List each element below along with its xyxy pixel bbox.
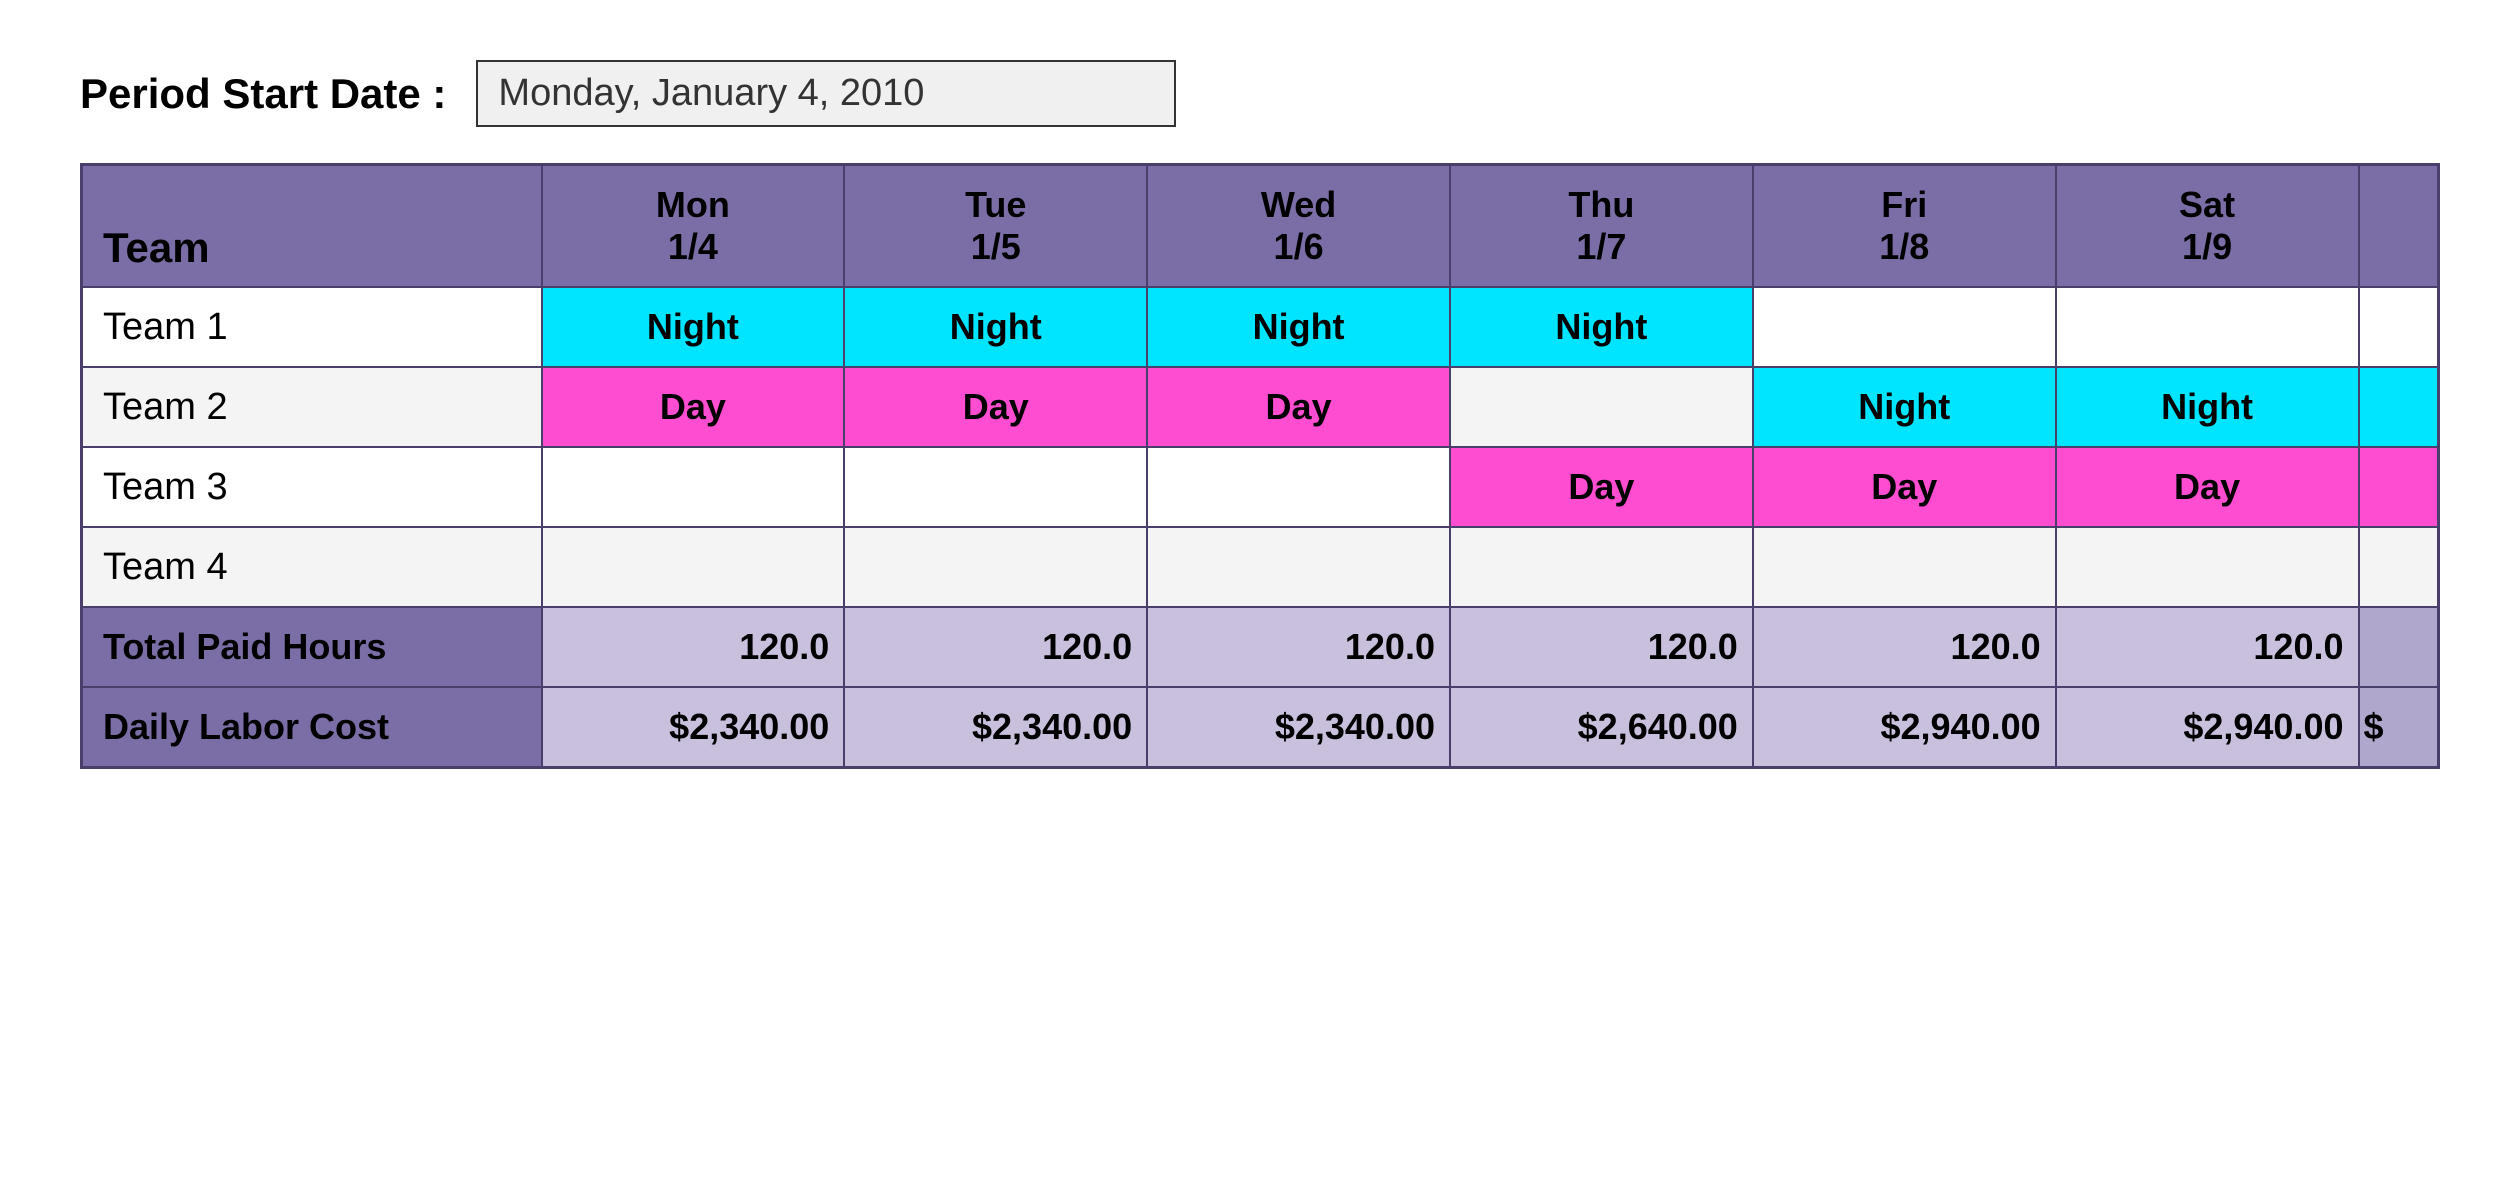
total-wed: 120.0 bbox=[1147, 607, 1450, 687]
team-2-partial bbox=[2359, 367, 2439, 447]
header-fri-day: Fri bbox=[1881, 184, 1927, 225]
period-start-row: Period Start Date : Monday, January 4, 2… bbox=[80, 60, 2440, 127]
team-3-thu[interactable]: Day bbox=[1450, 447, 1753, 527]
cost-thu: $2,640.00 bbox=[1450, 687, 1753, 767]
team-2-mon[interactable]: Day bbox=[542, 367, 845, 447]
header-wed-day: Wed bbox=[1261, 184, 1336, 225]
team-4-partial bbox=[2359, 527, 2439, 607]
table-row: Team 1 Night Night Night Night bbox=[82, 287, 2439, 367]
total-label: Total Paid Hours bbox=[82, 607, 542, 687]
header-wed: Wed 1/6 bbox=[1147, 165, 1450, 288]
team-1-mon[interactable]: Night bbox=[542, 287, 845, 367]
team-3-sat[interactable]: Day bbox=[2056, 447, 2359, 527]
cost-row: Daily Labor Cost $2,340.00 $2,340.00 $2,… bbox=[82, 687, 2439, 767]
cost-partial: $ bbox=[2359, 687, 2439, 767]
header-thu-date: 1/7 bbox=[1576, 226, 1626, 267]
header-wed-date: 1/6 bbox=[1274, 226, 1324, 267]
team-3-fri[interactable]: Day bbox=[1753, 447, 2056, 527]
header-fri-date: 1/8 bbox=[1879, 226, 1929, 267]
team-3-mon[interactable] bbox=[542, 447, 845, 527]
cost-tue: $2,340.00 bbox=[844, 687, 1147, 767]
header-mon: Mon 1/4 bbox=[542, 165, 845, 288]
total-sat: 120.0 bbox=[2056, 607, 2359, 687]
team-2-tue[interactable]: Day bbox=[844, 367, 1147, 447]
team-1-name: Team 1 bbox=[82, 287, 542, 367]
team-2-sat[interactable]: Night bbox=[2056, 367, 2359, 447]
team-4-thu[interactable] bbox=[1450, 527, 1753, 607]
table-row: Team 2 Day Day Day Night Night bbox=[82, 367, 2439, 447]
header-partial bbox=[2359, 165, 2439, 288]
team-1-thu[interactable]: Night bbox=[1450, 287, 1753, 367]
team-1-tue[interactable]: Night bbox=[844, 287, 1147, 367]
team-4-sat[interactable] bbox=[2056, 527, 2359, 607]
team-2-name: Team 2 bbox=[82, 367, 542, 447]
team-2-thu[interactable] bbox=[1450, 367, 1753, 447]
schedule-table: Team Mon 1/4 Tue 1/5 Wed 1/6 Thu 1/7 Fri… bbox=[80, 163, 2440, 769]
team-3-partial bbox=[2359, 447, 2439, 527]
team-header: Team bbox=[82, 165, 542, 288]
header-thu-day: Thu bbox=[1568, 184, 1634, 225]
total-row: Total Paid Hours 120.0 120.0 120.0 120.0… bbox=[82, 607, 2439, 687]
header-tue: Tue 1/5 bbox=[844, 165, 1147, 288]
header-sat: Sat 1/9 bbox=[2056, 165, 2359, 288]
team-1-sat[interactable] bbox=[2056, 287, 2359, 367]
team-1-fri[interactable] bbox=[1753, 287, 2056, 367]
table-row: Team 3 Day Day Day bbox=[82, 447, 2439, 527]
header-row: Team Mon 1/4 Tue 1/5 Wed 1/6 Thu 1/7 Fri… bbox=[82, 165, 2439, 288]
header-mon-day: Mon bbox=[656, 184, 730, 225]
cost-mon: $2,340.00 bbox=[542, 687, 845, 767]
cost-wed: $2,340.00 bbox=[1147, 687, 1450, 767]
table-row: Team 4 bbox=[82, 527, 2439, 607]
header-tue-date: 1/5 bbox=[971, 226, 1021, 267]
total-fri: 120.0 bbox=[1753, 607, 2056, 687]
team-3-tue[interactable] bbox=[844, 447, 1147, 527]
team-4-wed[interactable] bbox=[1147, 527, 1450, 607]
total-thu: 120.0 bbox=[1450, 607, 1753, 687]
period-start-label: Period Start Date : bbox=[80, 70, 446, 118]
team-1-wed[interactable]: Night bbox=[1147, 287, 1450, 367]
period-start-value[interactable]: Monday, January 4, 2010 bbox=[476, 60, 1176, 127]
team-3-name: Team 3 bbox=[82, 447, 542, 527]
header-sat-date: 1/9 bbox=[2182, 226, 2232, 267]
header-mon-date: 1/4 bbox=[668, 226, 718, 267]
team-1-partial bbox=[2359, 287, 2439, 367]
cost-sat: $2,940.00 bbox=[2056, 687, 2359, 767]
team-4-mon[interactable] bbox=[542, 527, 845, 607]
header-fri: Fri 1/8 bbox=[1753, 165, 2056, 288]
total-partial bbox=[2359, 607, 2439, 687]
team-4-fri[interactable] bbox=[1753, 527, 2056, 607]
header-thu: Thu 1/7 bbox=[1450, 165, 1753, 288]
header-sat-day: Sat bbox=[2179, 184, 2235, 225]
team-4-tue[interactable] bbox=[844, 527, 1147, 607]
team-2-wed[interactable]: Day bbox=[1147, 367, 1450, 447]
team-3-wed[interactable] bbox=[1147, 447, 1450, 527]
total-mon: 120.0 bbox=[542, 607, 845, 687]
cost-fri: $2,940.00 bbox=[1753, 687, 2056, 767]
total-tue: 120.0 bbox=[844, 607, 1147, 687]
team-2-fri[interactable]: Night bbox=[1753, 367, 2056, 447]
team-4-name: Team 4 bbox=[82, 527, 542, 607]
header-tue-day: Tue bbox=[965, 184, 1026, 225]
cost-label: Daily Labor Cost bbox=[82, 687, 542, 767]
